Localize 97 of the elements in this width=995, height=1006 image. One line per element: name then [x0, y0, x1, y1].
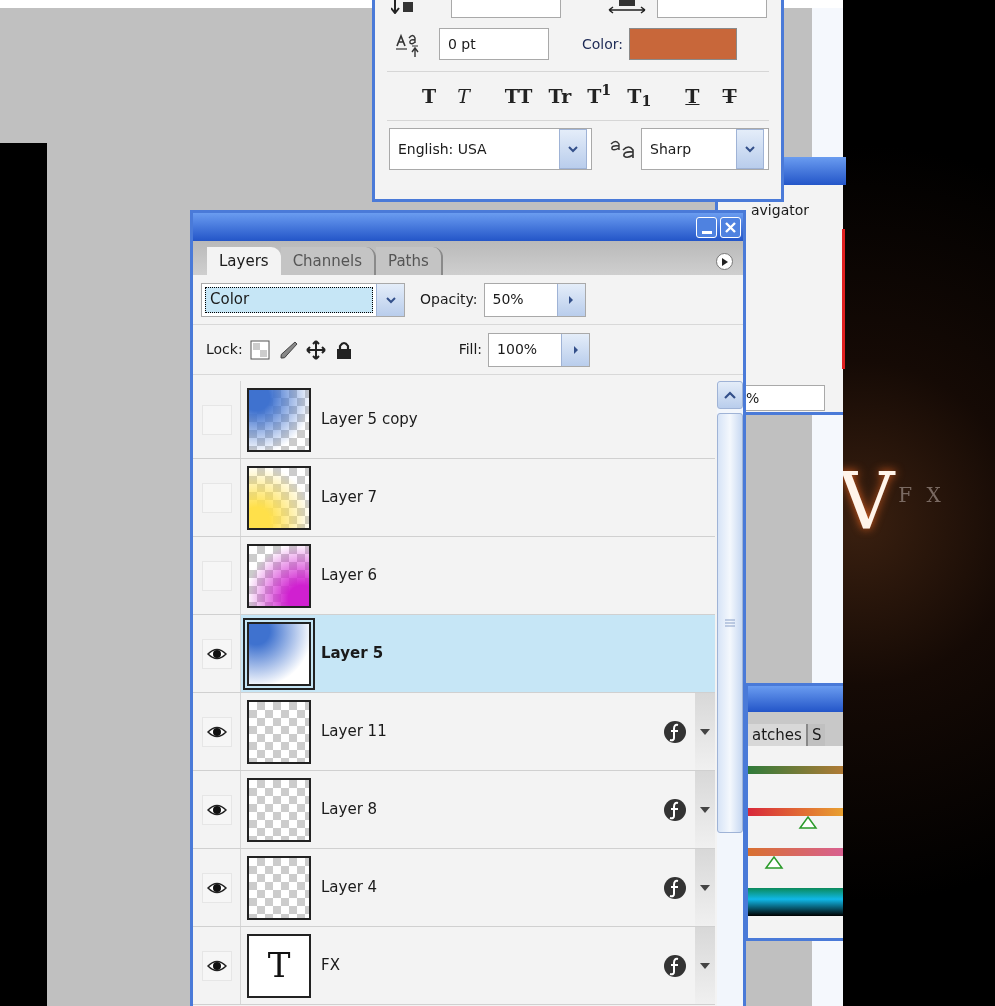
- caret-icon: [700, 962, 710, 969]
- eye-icon: [206, 881, 227, 894]
- zoom-field[interactable]: %: [745, 385, 825, 411]
- text-style-button[interactable]: T: [456, 86, 471, 106]
- dropdown-button[interactable]: [558, 129, 587, 169]
- canvas-letter: V: [838, 462, 895, 540]
- text-style-button[interactable]: T: [721, 86, 738, 106]
- panel-menu-button[interactable]: [716, 253, 733, 270]
- text-style-button[interactable]: Tr: [547, 86, 573, 106]
- layer-thumbnail: [247, 543, 311, 608]
- panel-tab[interactable]: Layers: [207, 247, 281, 275]
- visibility-toggle[interactable]: [201, 872, 232, 903]
- minimize-icon: [701, 230, 712, 234]
- caret-icon: [724, 391, 736, 399]
- layer-name: Layer 7: [321, 487, 379, 509]
- layer-row[interactable]: Layer 6: [193, 537, 715, 615]
- visibility-toggle[interactable]: [201, 794, 232, 825]
- layer-name: Layer 6: [321, 565, 379, 587]
- fill-field[interactable]: 100%: [488, 332, 591, 367]
- opacity-label: Opacity:: [420, 290, 478, 309]
- lock-position-button[interactable]: [304, 338, 327, 361]
- close-icon: [725, 221, 736, 233]
- scroll-thumb[interactable]: [717, 413, 743, 833]
- caret-icon: [567, 144, 578, 154]
- caret-icon: [700, 806, 710, 813]
- layer-thumbnail: [247, 777, 311, 842]
- panel-tab[interactable]: Paths: [376, 247, 443, 275]
- anti-alias-dropdown[interactable]: Sharp: [641, 128, 769, 170]
- layer-name: Layer 4: [321, 877, 379, 899]
- close-button[interactable]: [720, 216, 741, 238]
- text-style-button[interactable]: T: [421, 86, 438, 106]
- layer-row[interactable]: Layer 5 copy: [193, 381, 715, 459]
- dropdown-button[interactable]: [376, 283, 404, 316]
- layer-name: Layer 5 copy: [321, 409, 419, 431]
- expand-effects-button[interactable]: [695, 693, 715, 770]
- opacity-field[interactable]: 50%: [483, 282, 586, 317]
- caret-icon: [385, 294, 396, 305]
- layer-name: FX: [321, 955, 341, 977]
- expand-effects-button[interactable]: [695, 927, 715, 1004]
- slider-button[interactable]: [556, 283, 585, 316]
- eye-icon: [206, 647, 227, 660]
- layer-row[interactable]: Layer 5: [193, 615, 715, 693]
- caret-icon: [700, 728, 710, 735]
- layer-name: Layer 5: [321, 643, 385, 665]
- eye-icon: [206, 803, 227, 816]
- eye-icon: [206, 725, 227, 738]
- layer-name: Layer 11: [321, 721, 388, 743]
- scale-field[interactable]: [657, 0, 767, 18]
- brush-icon: [277, 339, 298, 360]
- layer-thumbnail: [247, 387, 311, 452]
- grip-icon: [725, 619, 735, 627]
- caret-icon: [745, 144, 755, 154]
- scale-icon: [607, 0, 647, 14]
- blend-mode-dropdown[interactable]: Color: [201, 282, 405, 317]
- size-field[interactable]: [451, 0, 561, 18]
- checkerboard-icon: [249, 339, 270, 360]
- panel-title-bar: [783, 157, 846, 185]
- visibility-toggle[interactable]: [201, 638, 232, 669]
- text-style-button[interactable]: T$^{1}$: [586, 86, 613, 106]
- layer-row[interactable]: Layer 11: [193, 693, 715, 771]
- dropdown-button[interactable]: [736, 129, 764, 169]
- text-style-button[interactable]: T$_{1}$: [626, 86, 653, 106]
- panel-tab[interactable]: Channels: [280, 247, 377, 275]
- caret-icon: [700, 884, 710, 891]
- play-icon: [721, 257, 728, 266]
- panel-tab[interactable]: S: [805, 723, 826, 746]
- visibility-toggle[interactable]: [201, 950, 232, 981]
- layer-thumbnail: T: [247, 933, 311, 998]
- layer-thumbnail: [247, 465, 311, 530]
- layer-thumbnail: [247, 699, 311, 764]
- layer-thumbnail: [247, 855, 311, 920]
- layer-row[interactable]: Layer 4: [193, 849, 715, 927]
- language-dropdown[interactable]: English: USA: [389, 128, 592, 170]
- canvas-text: F X: [898, 482, 945, 509]
- scroll-up-button[interactable]: [717, 381, 743, 409]
- visibility-toggle[interactable]: [201, 716, 232, 747]
- color-swatch[interactable]: [629, 28, 738, 60]
- fill-label: Fill:: [458, 340, 483, 359]
- lock-transparency-button[interactable]: [248, 338, 271, 361]
- eye-icon: [206, 959, 227, 972]
- panel-tab[interactable]: atches: [748, 723, 806, 746]
- layer-row[interactable]: Layer 8: [193, 771, 715, 849]
- navigator-tab[interactable]: avigator: [751, 203, 810, 217]
- layer-name: Layer 8: [321, 799, 379, 821]
- lock-label: Lock:: [206, 340, 243, 359]
- minimize-button[interactable]: [696, 216, 717, 238]
- color-label: Color:: [582, 34, 624, 54]
- layer-row[interactable]: T FX: [193, 927, 715, 1005]
- scrollbar[interactable]: [717, 381, 743, 1006]
- expand-effects-button[interactable]: [695, 771, 715, 848]
- slider-button[interactable]: [561, 333, 590, 366]
- text-style-button[interactable]: TT: [503, 86, 534, 106]
- baseline-field[interactable]: 0 pt: [439, 28, 549, 60]
- text-style-button[interactable]: T: [684, 86, 701, 106]
- expand-effects-button[interactable]: [695, 849, 715, 926]
- move-icon: [305, 339, 326, 360]
- layer-row[interactable]: Layer 7: [193, 459, 715, 537]
